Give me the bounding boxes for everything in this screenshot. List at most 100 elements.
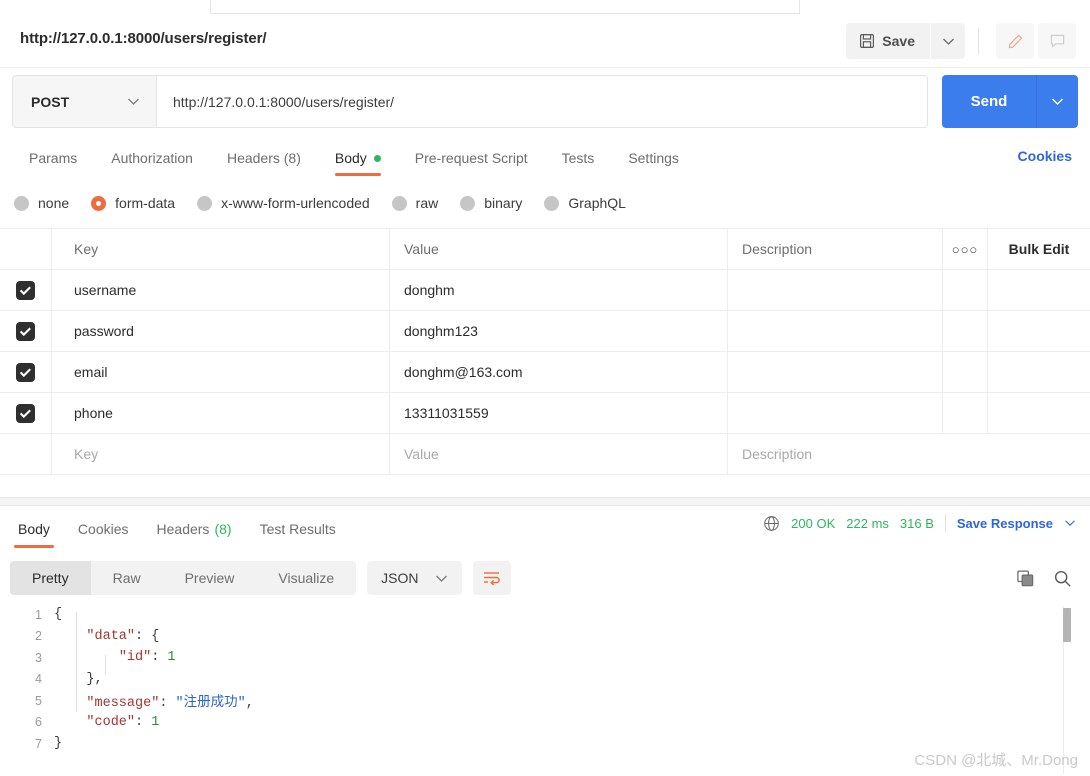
response-tab-label: Headers (156, 521, 210, 537)
request-tabs: Params Authorization Headers (8) Body Pre-re… (0, 140, 1090, 176)
json-line: 1{ (0, 604, 1090, 626)
row-checkbox-cell (0, 270, 52, 310)
table-row: password donghm123 (0, 311, 1090, 352)
placeholder-key-input[interactable]: Key (52, 434, 390, 474)
json-token-p: : (159, 696, 176, 712)
request-tab-pre-request-script[interactable]: Pre-request Script (398, 140, 545, 176)
url-input[interactable]: http://127.0.0.1:8000/users/register/ (156, 75, 928, 128)
json-token-k: "id" (118, 650, 152, 666)
form-data-table: Key Value Description ○○○ Bulk Edit username d… (0, 228, 1090, 475)
body-type-label: form-data (115, 195, 176, 211)
json-line-content: "id": 1 (54, 650, 176, 665)
body-type-raw[interactable]: raw (391, 195, 438, 211)
body-type-x-www-form-urlencoded[interactable]: x-www-form-urlencoded (197, 195, 370, 211)
request-tab-label: Authorization (111, 150, 193, 166)
checkbox-checked-icon[interactable] (16, 403, 35, 423)
send-group: Send (942, 75, 1078, 128)
response-meta: 200 OK 222 ms 316 B Save Response (763, 514, 1076, 532)
request-tab-authorization[interactable]: Authorization (94, 140, 210, 176)
row-key[interactable]: password (52, 311, 390, 351)
body-type-binary[interactable]: binary (460, 195, 522, 211)
checkbox-checked-icon[interactable] (16, 321, 35, 341)
cookies-link[interactable]: Cookies (1018, 148, 1072, 164)
response-tab-body[interactable]: Body (4, 508, 64, 550)
radio-icon (14, 195, 29, 211)
request-tab-params[interactable]: Params (12, 140, 94, 176)
request-tab-tests[interactable]: Tests (545, 140, 612, 176)
word-wrap-icon (482, 570, 501, 586)
copy-button[interactable] (1016, 569, 1035, 588)
save-options-button[interactable] (931, 23, 965, 59)
row-dots-cell (943, 352, 988, 392)
placeholder-value-input[interactable]: Value (390, 434, 728, 474)
send-options-button[interactable] (1036, 75, 1078, 128)
request-tab-label: Tests (561, 150, 595, 166)
json-token-p (54, 650, 119, 665)
row-description[interactable] (728, 352, 943, 392)
more-options-icon[interactable]: ○○○ (943, 229, 988, 269)
radio-icon (391, 195, 407, 211)
view-mode-raw[interactable]: Raw (91, 561, 163, 595)
request-tab-label: Pre-request Script (414, 150, 528, 166)
placeholder-description-input[interactable]: Description (728, 434, 1090, 474)
http-method-label: POST (31, 93, 70, 110)
radio-icon (544, 195, 560, 211)
word-wrap-button[interactable] (472, 561, 511, 595)
request-tab-body[interactable]: Body (318, 140, 398, 176)
view-mode-preview[interactable]: Preview (163, 561, 257, 595)
json-token-n: 1 (151, 714, 160, 730)
row-checkbox-cell (0, 311, 52, 351)
row-key[interactable]: username (52, 270, 390, 310)
row-description[interactable] (728, 393, 943, 433)
search-button[interactable] (1053, 569, 1072, 588)
code-indent-guide (105, 655, 106, 675)
response-tab-headers[interactable]: Headers (8) (143, 508, 246, 550)
open-request-tab[interactable] (210, 0, 800, 14)
request-tab-settings[interactable]: Settings (611, 140, 696, 176)
body-type-none[interactable]: none (14, 195, 69, 211)
response-tab-test-results[interactable]: Test Results (246, 508, 350, 550)
json-line-content: } (54, 736, 62, 751)
row-value[interactable]: 13311031559 (390, 393, 728, 433)
line-number: 3 (35, 650, 42, 665)
body-type-form-data[interactable]: form-data (91, 195, 175, 211)
checkbox-checked-icon[interactable] (16, 362, 35, 382)
view-mode-pretty[interactable]: Pretty (10, 561, 91, 595)
http-method-select[interactable]: POST (12, 75, 156, 128)
save-button[interactable]: Save (846, 23, 930, 59)
edit-pencil-button[interactable] (996, 23, 1034, 59)
response-scrollbar-thumb[interactable] (1063, 608, 1071, 642)
body-type-GraphQL[interactable]: GraphQL (544, 195, 626, 211)
json-line: 5 "message": "注册成功", (0, 690, 1090, 712)
row-key[interactable]: email (52, 352, 390, 392)
response-body-json[interactable]: 1{2 "data": {3 "id": 14 }, 5 "message": "… (0, 604, 1090, 776)
send-button[interactable]: Send (942, 75, 1036, 128)
chevron-down-icon (127, 97, 140, 106)
save-response-button[interactable]: Save Response (957, 516, 1053, 531)
json-line-content: }, (54, 672, 102, 687)
json-line: 4 }, (0, 669, 1090, 691)
row-value[interactable]: donghm (390, 270, 728, 310)
json-line: 3 "id": 1 (0, 647, 1090, 669)
meta-divider (944, 514, 946, 532)
row-key[interactable]: phone (52, 393, 390, 433)
page-title: http://127.0.0.1:8000/users/register/ (20, 30, 267, 47)
pencil-icon (1007, 33, 1024, 50)
response-tab-cookies[interactable]: Cookies (64, 508, 143, 550)
row-value[interactable]: donghm123 (390, 311, 728, 351)
request-tab-label: Body (334, 150, 367, 166)
row-description[interactable] (728, 311, 943, 351)
row-bulk-cell (988, 352, 1090, 392)
request-tab-headers-8[interactable]: Headers (8) (210, 140, 318, 176)
row-description[interactable] (728, 270, 943, 310)
response-format-select[interactable]: JSON (367, 561, 462, 595)
row-value[interactable]: donghm@163.com (390, 352, 728, 392)
view-mode-visualize[interactable]: Visualize (256, 561, 356, 595)
json-token-p: { (54, 607, 63, 623)
comment-button[interactable] (1038, 23, 1076, 59)
bulk-edit-button[interactable]: Bulk Edit (988, 229, 1090, 269)
json-token-p: , (245, 696, 254, 712)
checkbox-checked-icon[interactable] (16, 280, 35, 300)
line-number: 6 (35, 715, 42, 730)
request-tab-label: Headers (8) (226, 150, 301, 166)
